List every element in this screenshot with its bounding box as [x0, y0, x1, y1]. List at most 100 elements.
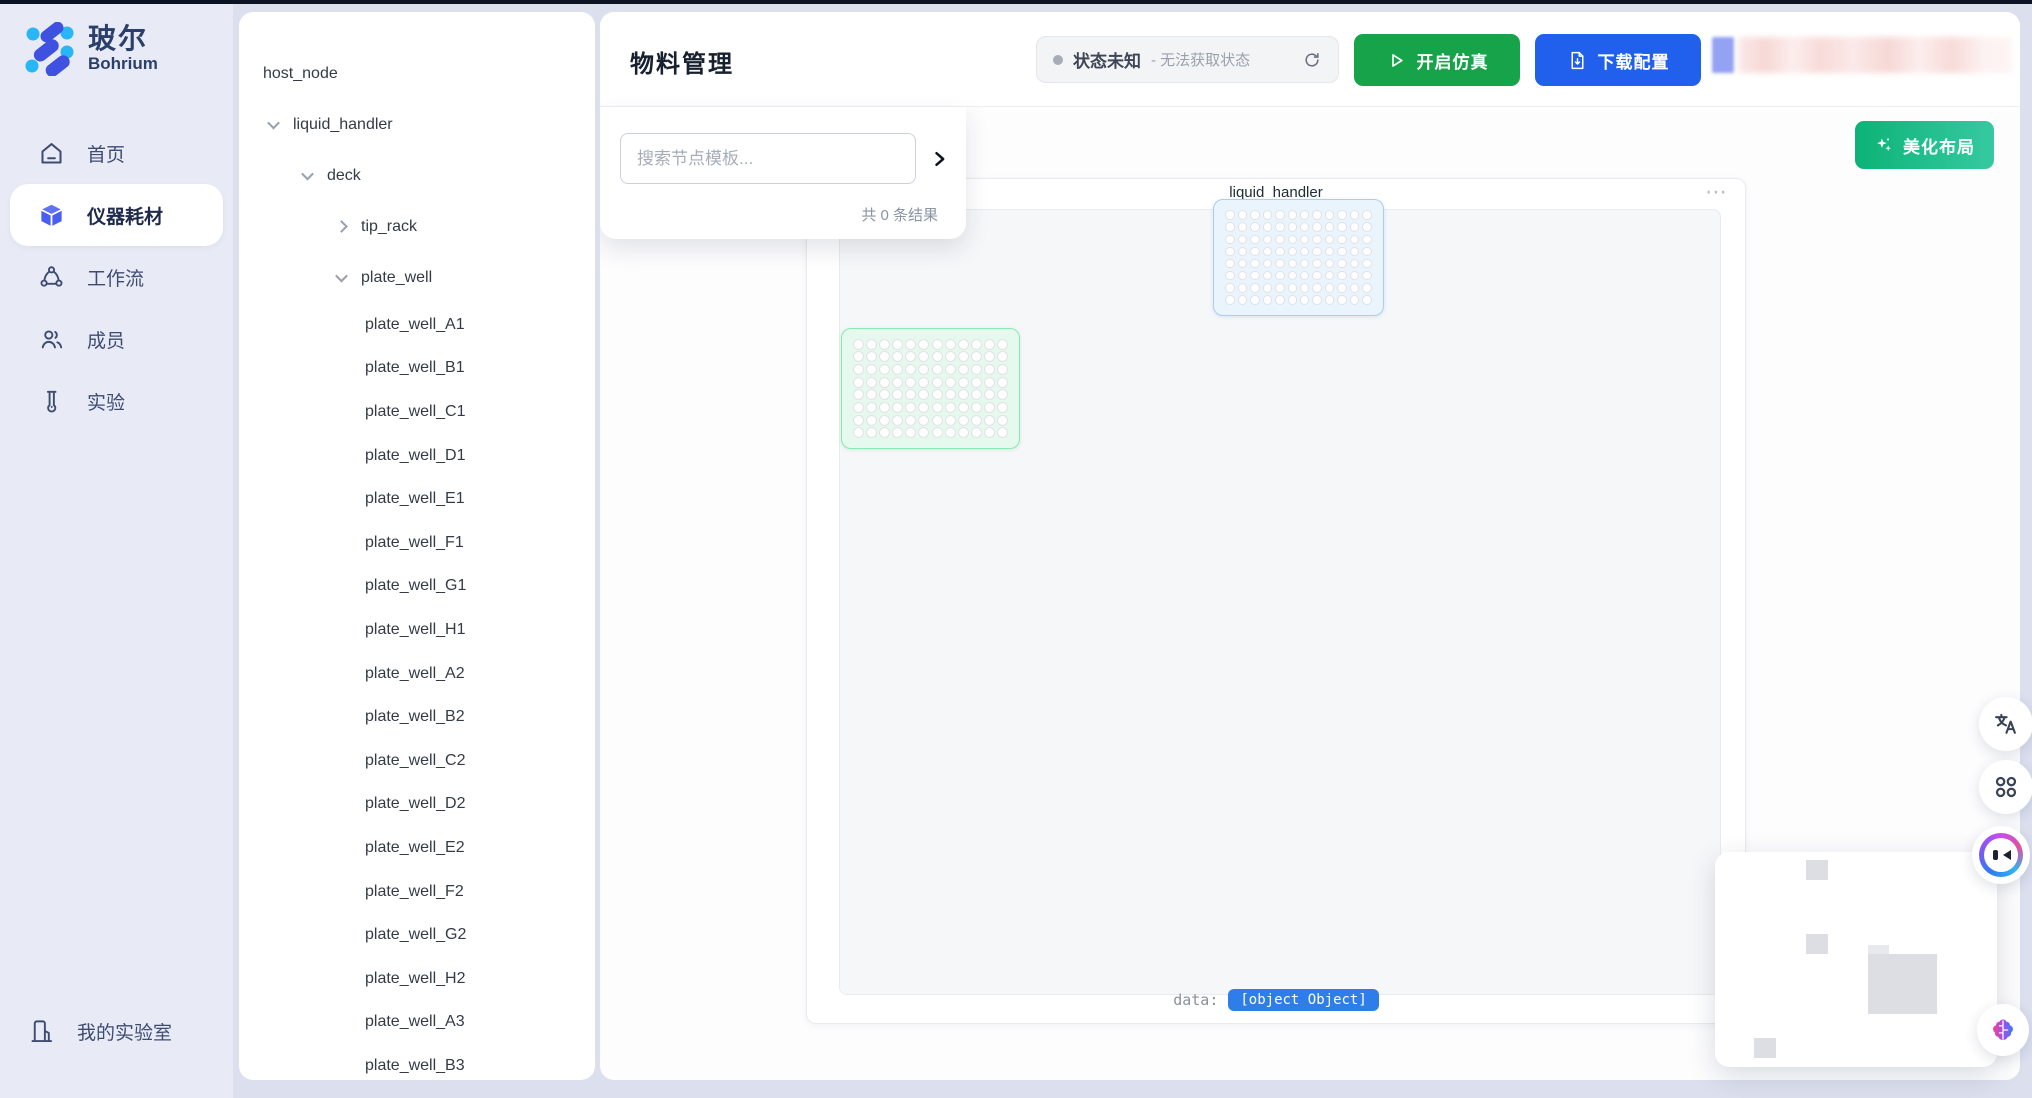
tree-node-plate_well_D2[interactable]: plate_well_D2 [239, 783, 595, 827]
search-template-popover: 共 0 条结果 [600, 107, 966, 239]
search-submit-chevron-icon[interactable] [926, 147, 952, 173]
tree-node-label: plate_well_H1 [365, 621, 466, 639]
robot-eye-left [1993, 850, 1998, 860]
tree-node-plate_well_A1[interactable]: plate_well_A1 [239, 303, 595, 347]
well [1312, 259, 1322, 269]
sidebar-item-members[interactable]: 成员 [10, 308, 223, 370]
well [1350, 259, 1360, 269]
sidebar: 玻尔 Bohrium 首页 仪器耗材 [0, 4, 233, 1098]
sidebar-item-experiment[interactable]: 实验 [10, 370, 223, 432]
well [1312, 247, 1322, 257]
tree-node-plate_well_H2[interactable]: plate_well_H2 [239, 957, 595, 1001]
well [971, 377, 982, 388]
well [997, 402, 1008, 413]
ai-brain-button[interactable] [1977, 1004, 2029, 1056]
tree-node-plate_well_B3[interactable]: plate_well_B3 [239, 1044, 595, 1080]
well [1325, 259, 1335, 269]
well [984, 351, 995, 362]
tree-node-label: liquid_handler [293, 116, 393, 134]
data-value-badge: [object Object] [1228, 989, 1378, 1011]
chevron-down-icon[interactable] [335, 270, 348, 283]
well [1288, 222, 1298, 232]
tree-node-plate_well[interactable]: plate_well [239, 252, 595, 303]
well [1288, 247, 1298, 257]
well [1275, 259, 1285, 269]
well [1362, 222, 1372, 232]
tree-node-plate_well_H1[interactable]: plate_well_H1 [239, 608, 595, 652]
translate-button[interactable] [1979, 697, 2032, 751]
well [1337, 259, 1347, 269]
liquid-handler-node[interactable]: liquid_handler ⋯ data: [object Object] [806, 178, 1746, 1024]
sidebar-item-workflow[interactable]: 工作流 [10, 246, 223, 308]
sidebar-item-home[interactable]: 首页 [10, 122, 223, 184]
sidebar-item-instruments[interactable]: 仪器耗材 [10, 184, 223, 246]
download-config-button[interactable]: 下载配置 [1535, 34, 1701, 86]
well [1263, 283, 1273, 293]
app-logo[interactable]: 玻尔 Bohrium [22, 22, 158, 76]
well [905, 364, 916, 375]
node-tree-panel: host_nodeliquid_handlerdecktip_rackplate… [239, 12, 595, 1080]
tree-node-plate_well_E1[interactable]: plate_well_E1 [239, 477, 595, 521]
tree-node-liquid_handler[interactable]: liquid_handler [239, 99, 595, 150]
well [1263, 235, 1273, 245]
refresh-status-icon[interactable] [1302, 50, 1322, 70]
chevron-right-icon[interactable] [335, 220, 348, 233]
tree-node-plate_well_B2[interactable]: plate_well_B2 [239, 695, 595, 739]
tree-node-plate_well_C2[interactable]: plate_well_C2 [239, 739, 595, 783]
well [1300, 283, 1310, 293]
tree-node-plate_well_G2[interactable]: plate_well_G2 [239, 913, 595, 957]
tree-node-label: plate_well_B1 [365, 359, 465, 377]
search-input[interactable] [620, 133, 916, 184]
well [932, 427, 943, 438]
beautify-layout-button[interactable]: 美化布局 [1855, 121, 1994, 169]
well [1312, 210, 1322, 220]
well [1300, 222, 1310, 232]
assistant-robot-button[interactable] [1972, 826, 2030, 884]
tree-node-plate_well_A2[interactable]: plate_well_A2 [239, 652, 595, 696]
tree-node-plate_well_F1[interactable]: plate_well_F1 [239, 521, 595, 565]
tree-node-label: plate_well_A2 [365, 665, 465, 683]
tree-node-deck[interactable]: deck [239, 150, 595, 201]
tree-node-plate_well_B1[interactable]: plate_well_B1 [239, 347, 595, 391]
well [1362, 247, 1372, 257]
apps-grid-button[interactable] [1979, 760, 2032, 814]
well [892, 427, 903, 438]
tree-node-tip_rack[interactable]: tip_rack [239, 201, 595, 252]
tree-node-plate_well_C1[interactable]: plate_well_C1 [239, 390, 595, 434]
well [945, 389, 956, 400]
well-plate-green[interactable] [841, 328, 1020, 449]
well [971, 351, 982, 362]
chevron-down-icon[interactable] [301, 168, 314, 181]
canvas-minimap[interactable] [1715, 852, 1997, 1067]
apps-grid-icon [1992, 773, 2020, 801]
tree-node-label: plate_well_E2 [365, 839, 465, 857]
well [1225, 283, 1235, 293]
tree-node-plate_well_E2[interactable]: plate_well_E2 [239, 826, 595, 870]
node-menu-dots-icon[interactable]: ⋯ [1705, 181, 1729, 203]
minimap-node-square [1754, 1038, 1776, 1058]
deck-canvas[interactable] [839, 209, 1721, 995]
well [1275, 283, 1285, 293]
well [853, 402, 864, 413]
well [997, 415, 1008, 426]
sidebar-item-my-lab[interactable]: 我的实验室 [10, 1002, 223, 1060]
well [1238, 283, 1248, 293]
well-plate-blue[interactable] [1213, 199, 1384, 316]
tree-node-label: plate_well_D1 [365, 447, 466, 465]
well [1250, 259, 1260, 269]
page-header: 物料管理 状态未知 - 无法获取状态 开启仿真 下载配置 [600, 12, 2020, 107]
workflow-icon [38, 264, 65, 291]
well [1300, 271, 1310, 281]
tree-node-plate_well_D1[interactable]: plate_well_D1 [239, 434, 595, 478]
well [1337, 210, 1347, 220]
well [1263, 222, 1273, 232]
well [1288, 235, 1298, 245]
chevron-down-icon[interactable] [267, 117, 280, 130]
tree-node-plate_well_G1[interactable]: plate_well_G1 [239, 565, 595, 609]
well [1250, 222, 1260, 232]
tree-node-plate_well_F2[interactable]: plate_well_F2 [239, 870, 595, 914]
tree-node-plate_well_A3[interactable]: plate_well_A3 [239, 1001, 595, 1045]
tree-node-host_node[interactable]: host_node [239, 48, 595, 99]
start-simulation-button[interactable]: 开启仿真 [1354, 34, 1520, 86]
well [1238, 210, 1248, 220]
